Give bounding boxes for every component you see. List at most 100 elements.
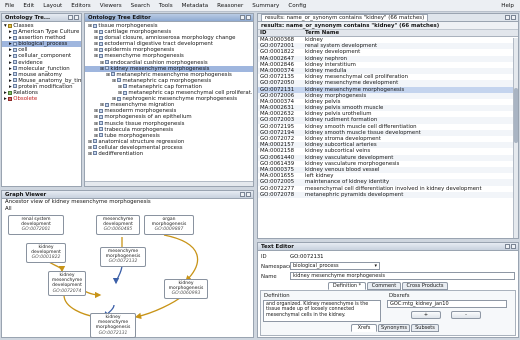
menu-layout[interactable]: Layout <box>43 3 62 9</box>
close-icon[interactable] <box>511 15 516 20</box>
tree-editor-label: tissue morphogenesis <box>98 23 158 29</box>
close-icon[interactable] <box>511 244 516 249</box>
expander-icon[interactable]: ⊞ <box>88 152 92 157</box>
graph-node[interactable]: organ morphogenesis GO:0009887 <box>144 215 194 235</box>
results-tabbar: results: name_or_synonym contains "kidne… <box>258 13 518 22</box>
close-icon[interactable] <box>246 15 251 20</box>
menu-editors[interactable]: Editors <box>71 3 90 9</box>
minimize-icon[interactable] <box>240 15 245 20</box>
close-icon[interactable] <box>74 15 79 20</box>
tree-editor-label: dorsal closure, amnioserosa morphology c… <box>104 35 236 42</box>
results-column-header: ID Term Name <box>258 30 518 37</box>
graph-node[interactable]: kidney mesenchyme development GO:0072074 <box>48 271 86 296</box>
menu-tools[interactable]: Tools <box>159 3 173 9</box>
subtab-synonyms[interactable]: Synonyms <box>378 324 410 332</box>
menu-search[interactable]: Search <box>131 3 150 9</box>
class-icon <box>12 78 17 83</box>
term-icon <box>122 84 127 89</box>
menu-metadata[interactable]: Metadata <box>182 3 209 9</box>
column-term-name[interactable]: Term Name <box>305 30 339 36</box>
expander-icon[interactable]: ▸ <box>9 60 12 66</box>
expander-icon[interactable]: ▾ <box>4 23 7 29</box>
expander-icon[interactable]: ▸ <box>9 41 12 47</box>
class-icon <box>12 84 17 89</box>
expander-icon[interactable]: ▸ <box>9 84 12 90</box>
subtab-subsets[interactable]: Subsets <box>411 324 439 332</box>
remove-dbxref-button[interactable]: - <box>451 311 481 319</box>
graph-node[interactable]: kidney development GO:0001822 <box>26 243 66 263</box>
definition-textarea[interactable]: and organized. Kidney mesenchyme is the … <box>263 300 381 322</box>
minimize-icon[interactable] <box>68 15 73 20</box>
expander-icon[interactable]: ▸ <box>9 72 12 78</box>
add-dbxref-button[interactable]: + <box>411 311 441 319</box>
menu-file[interactable]: File <box>5 3 14 9</box>
term-icon <box>92 139 97 144</box>
expander-icon[interactable]: ▸ <box>9 78 12 84</box>
menu-viewers[interactable]: Viewers <box>100 3 122 9</box>
text-editor-titlebar: Text Editor <box>258 243 518 251</box>
tab-comment[interactable]: Comment <box>367 282 401 290</box>
expander-icon[interactable]: ▸ <box>9 66 12 72</box>
graph-node[interactable]: mesenchyme development GO:0060485 <box>96 215 140 235</box>
graph-node[interactable]: kidney morphogenesis GO:0060993 <box>164 279 208 299</box>
tree-editor-label: cellular developmental process <box>98 144 183 151</box>
namespace-select[interactable]: biological_process ▾ <box>290 262 380 270</box>
tree-editor-label: tube morphogenesis <box>104 132 160 139</box>
term-icon <box>98 35 103 40</box>
results-tab[interactable]: results: name_or_synonym contains "kidne… <box>261 13 429 22</box>
minimize-icon[interactable] <box>505 244 510 249</box>
term-icon <box>98 114 103 119</box>
class-icon <box>12 66 17 71</box>
expander-icon[interactable]: ▸ <box>4 90 7 96</box>
tree-editor-hscrollbar[interactable] <box>85 181 253 186</box>
expander-icon[interactable]: ▸ <box>9 53 12 59</box>
tree-editor-item[interactable]: ⊞ dedifferentiation <box>85 151 253 157</box>
tree-editor-label: metanephric mesenchyme morphogenesis <box>116 71 232 78</box>
tree-editor-title: Ontology Tree Editor <box>88 14 151 21</box>
graph-viewer-panel: Graph Viewer Ancestor view of kidney mes… <box>1 190 254 338</box>
menu-help[interactable]: Help <box>501 3 514 9</box>
tab-definition[interactable]: Definition * <box>328 282 366 290</box>
name-field[interactable]: kidney mesenchyme morphogenesis <box>290 272 515 280</box>
namespace-label: Namespace <box>261 264 293 270</box>
ontology-tree-item[interactable]: ▸ Obsolete <box>2 96 81 102</box>
expander-icon[interactable]: ▸ <box>4 96 7 102</box>
minimize-icon[interactable] <box>240 192 245 197</box>
expander-icon[interactable]: ▸ <box>9 47 12 53</box>
menu-config[interactable]: Config <box>288 3 306 9</box>
graph-node[interactable]: kidney mesenchyme morphogenesis GO:007213… <box>90 313 136 338</box>
graph-node[interactable]: renal system development GO:0072001 <box>8 215 64 235</box>
term-icon <box>92 23 97 28</box>
expander-icon[interactable]: ▸ <box>9 35 12 41</box>
ontology-tree-label: cellular_component <box>18 53 72 60</box>
term-icon <box>92 145 97 150</box>
tree-editor-label: mesoderm morphogenesis <box>104 108 177 115</box>
term-icon <box>116 96 121 101</box>
term-icon <box>104 60 109 65</box>
text-editor-panel: Text Editor ID GO:0072131 Namespace biol… <box>257 242 519 338</box>
graph-filter[interactable]: All <box>2 206 253 212</box>
expander-icon[interactable]: ▸ <box>9 29 12 35</box>
results-vscrollbar[interactable] <box>513 38 518 238</box>
tree-editor-label: nephrogenic mesenchyme morphogenesis <box>122 96 238 103</box>
tree-editor-label: dedifferentiation <box>98 150 144 157</box>
tree-editor-titlebar: Ontology Tree Editor <box>85 14 253 22</box>
ontology-tree-label: Mouse_anatomy_by_time_x... <box>18 77 81 84</box>
results-scroll-thumb[interactable] <box>514 88 518 143</box>
table-row[interactable]: GO:0072078 metanephric pyramids developme… <box>258 191 518 198</box>
dbxref-field[interactable]: GOC:mtg_kidney_jan10 <box>387 300 507 308</box>
subtab-xrefs[interactable]: Xrefs <box>351 324 377 332</box>
column-id[interactable]: ID <box>258 30 305 36</box>
menu-reasoner[interactable]: Reasoner <box>217 3 243 9</box>
minimize-icon[interactable] <box>505 15 510 20</box>
tree-editor-label: muscle tissue morphogenesis <box>104 120 185 127</box>
term-icon <box>98 41 103 46</box>
menu-summary[interactable]: Summary <box>252 3 279 9</box>
tab-cross-products[interactable]: Cross Products <box>402 282 448 290</box>
menu-edit[interactable]: Edit <box>23 3 34 9</box>
tree-editor-list: ⊞ tissue morphogenesis ⊞ cartilage morphoge… <box>85 22 253 157</box>
graph-node[interactable]: mesenchyme morphogenesis GO:0072132 <box>100 247 146 267</box>
class-icon <box>12 35 17 40</box>
ontology-tree-label: Relations <box>13 90 38 97</box>
close-icon[interactable] <box>246 192 251 197</box>
